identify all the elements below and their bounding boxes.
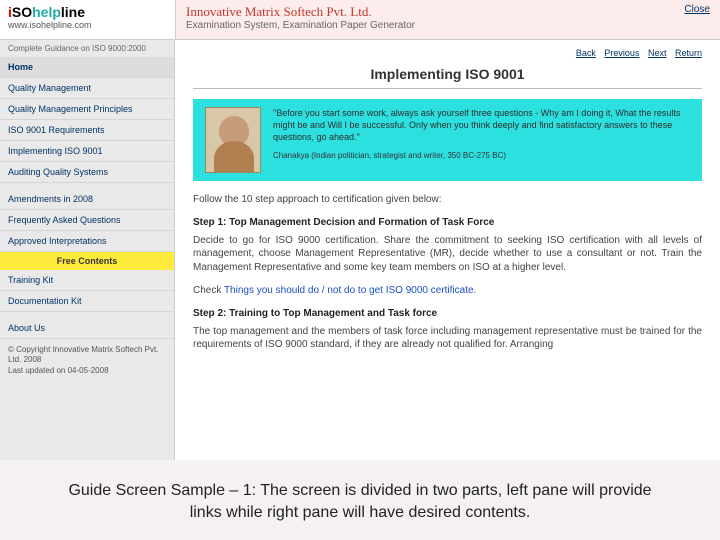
sidebar-link[interactable]: Frequently Asked Questions: [0, 210, 174, 231]
nav-previous[interactable]: Previous: [604, 48, 639, 58]
logo-area: iSOhelpline www.isohelpline.com: [0, 0, 175, 39]
sidebar-tagline: Complete Guidance on ISO 9000:2000: [0, 40, 174, 57]
quote-text-block: "Before you start some work, always ask …: [273, 107, 690, 173]
step1-heading: Step 1: Top Management Decision and Form…: [193, 217, 702, 228]
sidebar-link[interactable]: Quality Management: [0, 78, 174, 99]
logo-url: www.isohelpline.com: [8, 20, 167, 30]
divider: [193, 88, 702, 89]
nav-back[interactable]: Back: [576, 48, 596, 58]
nav-next[interactable]: Next: [648, 48, 667, 58]
content-nav: Back Previous Next Return: [193, 48, 702, 58]
sidebar-link[interactable]: Training Kit: [0, 270, 174, 291]
main-area: Complete Guidance on ISO 9000:2000 Home …: [0, 40, 720, 460]
company-name: Innovative Matrix Softech Pvt. Ltd.: [186, 4, 710, 20]
updated-text: Last updated on 04-05-2008: [8, 366, 166, 376]
quote-text: "Before you start some work, always ask …: [273, 107, 690, 143]
logo-brand: iSOhelpline: [8, 4, 167, 20]
sidebar-link[interactable]: Approved Interpretations: [0, 231, 174, 252]
content-pane: Back Previous Next Return Implementing I…: [175, 40, 720, 460]
sidebar-copyright: © Copyright Innovative Matrix Softech Pv…: [0, 339, 174, 382]
top-bar: iSOhelpline www.isohelpline.com Innovati…: [0, 0, 720, 40]
content-title: Implementing ISO 9001: [193, 66, 702, 82]
header-title: Innovative Matrix Softech Pvt. Ltd. Exam…: [175, 0, 720, 39]
sidebar-link[interactable]: Amendments in 2008: [0, 189, 174, 210]
nav-return[interactable]: Return: [675, 48, 702, 58]
sidebar-link[interactable]: Documentation Kit: [0, 291, 174, 312]
sidebar-link-home[interactable]: Home: [0, 57, 174, 78]
check-prefix: Check: [193, 285, 224, 296]
slide-caption: Guide Screen Sample – 1: The screen is d…: [0, 470, 720, 533]
check-link[interactable]: Things you should do / not do to get ISO…: [224, 285, 476, 296]
step1-body: Decide to go for ISO 9000 certification.…: [193, 234, 702, 275]
intro-text: Follow the 10 step approach to certifica…: [193, 193, 702, 207]
step2-heading: Step 2: Training to Top Management and T…: [193, 308, 702, 319]
sidebar-section-free: Free Contents: [0, 252, 174, 270]
quote-box: "Before you start some work, always ask …: [193, 99, 702, 181]
sidebar-link-about[interactable]: About Us: [0, 318, 174, 339]
portrait-image: [205, 107, 261, 173]
company-subtitle: Examination System, Examination Paper Ge…: [186, 20, 710, 31]
sidebar-link[interactable]: Implementing ISO 9001: [0, 141, 174, 162]
sidebar-link[interactable]: Quality Management Principles: [0, 99, 174, 120]
close-link[interactable]: Close: [684, 4, 710, 15]
sidebar: Complete Guidance on ISO 9000:2000 Home …: [0, 40, 175, 460]
app-screenshot: iSOhelpline www.isohelpline.com Innovati…: [0, 0, 720, 460]
sidebar-link[interactable]: Auditing Quality Systems: [0, 162, 174, 183]
step2-body: The top management and the members of ta…: [193, 325, 702, 352]
step1-check: Check Things you should do / not do to g…: [193, 284, 702, 298]
sidebar-link[interactable]: ISO 9001 Requirements: [0, 120, 174, 141]
quote-attribution: Chanakya (Indian politician, strategist …: [273, 151, 690, 162]
body-text: Follow the 10 step approach to certifica…: [193, 193, 702, 352]
copyright-text: © Copyright Innovative Matrix Softech Pv…: [8, 345, 166, 366]
